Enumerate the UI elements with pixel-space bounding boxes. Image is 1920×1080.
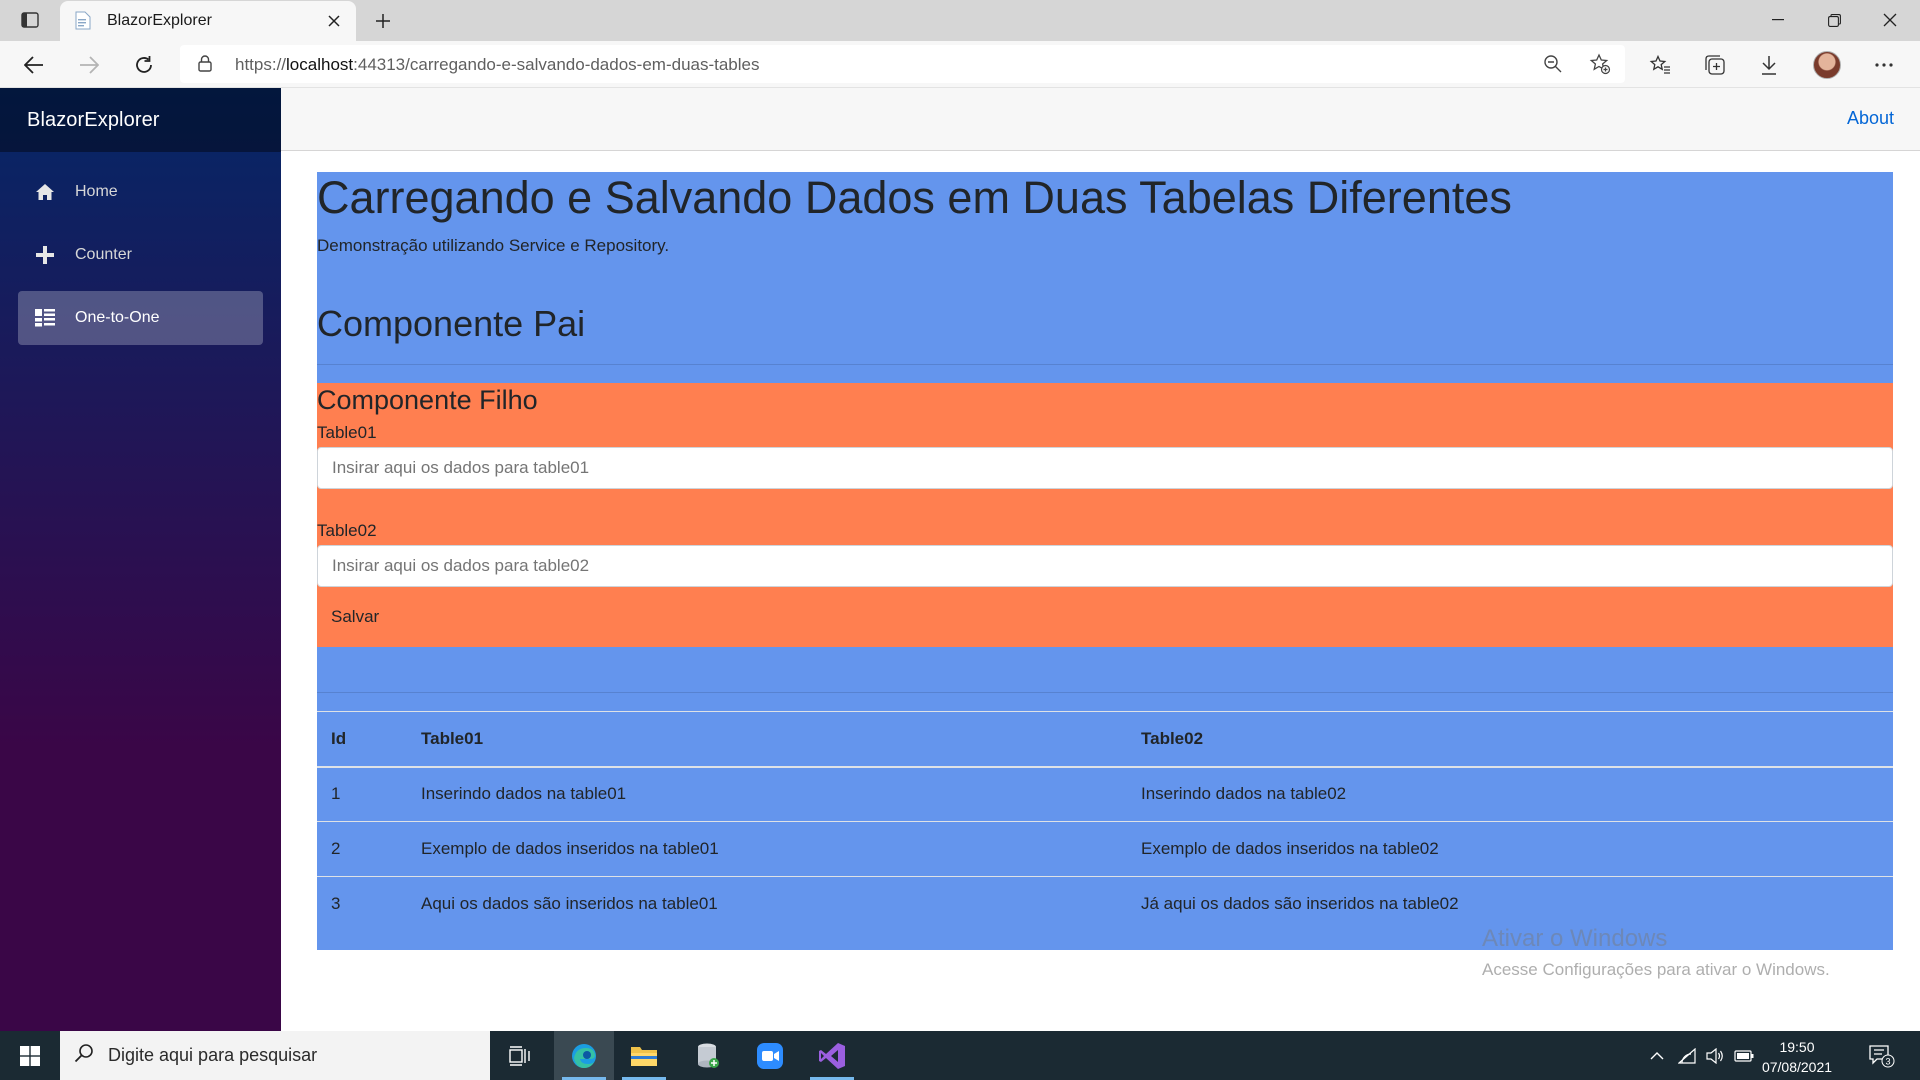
task-view-icon[interactable]: [490, 1031, 550, 1080]
windows-logo-icon: [20, 1045, 40, 1066]
table-header-row: Id Table01 Table02: [317, 711, 1893, 768]
divider: [317, 692, 1893, 693]
activation-watermark-title: Ativar o Windows: [1482, 925, 1668, 952]
child-component: Componente Filho Table01 Table02 Salvar: [317, 383, 1893, 647]
close-window-icon[interactable]: [1862, 0, 1918, 40]
plus-icon: [34, 244, 56, 266]
search-icon: [74, 1043, 94, 1068]
collections-icon[interactable]: [1697, 47, 1733, 83]
browser-tab[interactable]: BlazorExplorer: [60, 1, 356, 41]
app-brand[interactable]: BlazorExplorer: [27, 109, 160, 132]
table02-label: Table02: [317, 521, 377, 540]
table-row: 1 Inserindo dados na table01 Inserindo d…: [317, 766, 1893, 822]
column-header-id: Id: [317, 711, 407, 768]
profile-avatar[interactable]: [1809, 47, 1845, 83]
sidebar-nav: Home Counter One-to-One: [0, 152, 281, 345]
url-host: localhost: [286, 55, 354, 74]
zoom-app-icon[interactable]: [740, 1031, 800, 1080]
more-options-icon[interactable]: [1866, 47, 1902, 83]
parent-heading: Componente Pai: [317, 303, 586, 344]
sidebar-item-home[interactable]: Home: [18, 165, 263, 219]
cell-table02: Exemplo de dados inseridos na table02: [1127, 821, 1893, 877]
url-text: https://localhost:44313/carregando-e-sal…: [235, 55, 760, 75]
divider: [317, 364, 1893, 365]
address-bar[interactable]: https://localhost:44313/carregando-e-sal…: [180, 45, 1625, 83]
table02-input[interactable]: [317, 545, 1893, 587]
cell-table01: Inserindo dados na table01: [407, 766, 1127, 822]
page-subtitle: Demonstração utilizando Service e Reposi…: [317, 236, 670, 255]
minimize-icon[interactable]: [1750, 0, 1806, 40]
brand-bar: BlazorExplorer: [0, 88, 281, 152]
file-explorer-icon[interactable]: [614, 1031, 674, 1080]
cell-id: 1: [317, 766, 407, 822]
add-favorite-icon[interactable]: [1585, 49, 1615, 79]
cell-id: 3: [317, 876, 407, 932]
clock-time: 19:50: [1779, 1039, 1815, 1055]
url-path: :44313/carregando-e-salvando-dados-em-du…: [353, 55, 760, 74]
visual-studio-icon[interactable]: [802, 1031, 862, 1080]
cell-table01: Exemplo de dados inseridos na table01: [407, 821, 1127, 877]
taskbar-clock[interactable]: 19:50 07/08/2021: [1752, 1037, 1842, 1077]
new-tab-icon[interactable]: [368, 6, 398, 36]
wifi-icon[interactable]: [1673, 1031, 1701, 1080]
downloads-icon[interactable]: [1751, 47, 1787, 83]
sidebar-item-label: Home: [75, 183, 118, 200]
clock-date: 07/08/2021: [1761, 1059, 1833, 1075]
data-table: Id Table01 Table02 1 Inserindo dados na …: [317, 711, 1893, 932]
refresh-icon[interactable]: [126, 47, 162, 83]
chevron-up-icon[interactable]: [1643, 1031, 1671, 1080]
list-icon: [34, 307, 56, 329]
url-prefix: https://: [235, 55, 287, 74]
sidebar-item-counter[interactable]: Counter: [18, 228, 263, 282]
sidebar-item-label: Counter: [75, 246, 132, 263]
volume-icon[interactable]: [1701, 1031, 1729, 1080]
table-row: 3 Aqui os dados são inseridos na table01…: [317, 876, 1893, 932]
zoom-out-icon[interactable]: [1538, 49, 1568, 79]
main-content: Carregando e Salvando Dados em Duas Tabe…: [317, 172, 1893, 950]
table01-input[interactable]: [317, 447, 1893, 489]
app-topbar: About: [281, 88, 1920, 151]
database-app-icon[interactable]: [678, 1031, 738, 1080]
cell-table02: Inserindo dados na table02: [1127, 766, 1893, 822]
start-button[interactable]: [0, 1031, 60, 1080]
child-heading: Componente Filho: [317, 385, 538, 415]
notifications-icon[interactable]: 3: [1862, 1031, 1902, 1080]
parent-component: Carregando e Salvando Dados em Duas Tabe…: [317, 172, 1893, 950]
app-sidebar: BlazorExplorer Home Counter One-to-One: [0, 88, 281, 1031]
cell-table02: Já aqui os dados são inseridos na table0…: [1127, 876, 1893, 932]
notification-count: 3: [1885, 1056, 1890, 1066]
save-button[interactable]: Salvar: [317, 587, 1893, 647]
edge-app-icon[interactable]: [554, 1031, 614, 1080]
lock-icon[interactable]: [198, 55, 212, 77]
forward-icon[interactable]: [71, 47, 107, 83]
sidebar-item-label: One-to-One: [75, 309, 160, 326]
column-header-table01: Table01: [407, 711, 1127, 768]
home-icon: [34, 181, 56, 203]
windows-taskbar: Digite aqui para pesquisar 19:50 07/08/2…: [0, 1031, 1920, 1080]
about-link[interactable]: About: [1847, 108, 1894, 129]
restore-icon[interactable]: [1806, 0, 1862, 40]
table-row: 2 Exemplo de dados inseridos na table01 …: [317, 821, 1893, 877]
activation-watermark-text: Acesse Configurações para ativar o Windo…: [1482, 960, 1830, 979]
search-placeholder: Digite aqui para pesquisar: [108, 1045, 318, 1065]
back-icon[interactable]: [16, 47, 52, 83]
favorites-icon[interactable]: [1642, 47, 1678, 83]
tab-actions-icon[interactable]: [14, 8, 46, 32]
sidebar-item-one-to-one[interactable]: One-to-One: [18, 291, 263, 345]
table01-label: Table01: [317, 423, 377, 442]
tab-title: BlazorExplorer: [107, 12, 212, 29]
taskbar-search-box[interactable]: Digite aqui para pesquisar: [60, 1031, 490, 1080]
tab-close-icon[interactable]: [316, 3, 352, 39]
page-title: Carregando e Salvando Dados em Duas Tabe…: [317, 172, 1512, 223]
browser-toolbar: https://localhost:44313/carregando-e-sal…: [0, 41, 1920, 88]
cell-id: 2: [317, 821, 407, 877]
cell-table01: Aqui os dados são inseridos na table01: [407, 876, 1127, 932]
browser-tabstrip: BlazorExplorer: [0, 0, 1920, 41]
page-favicon-icon: [75, 11, 93, 31]
column-header-table02: Table02: [1127, 711, 1893, 768]
